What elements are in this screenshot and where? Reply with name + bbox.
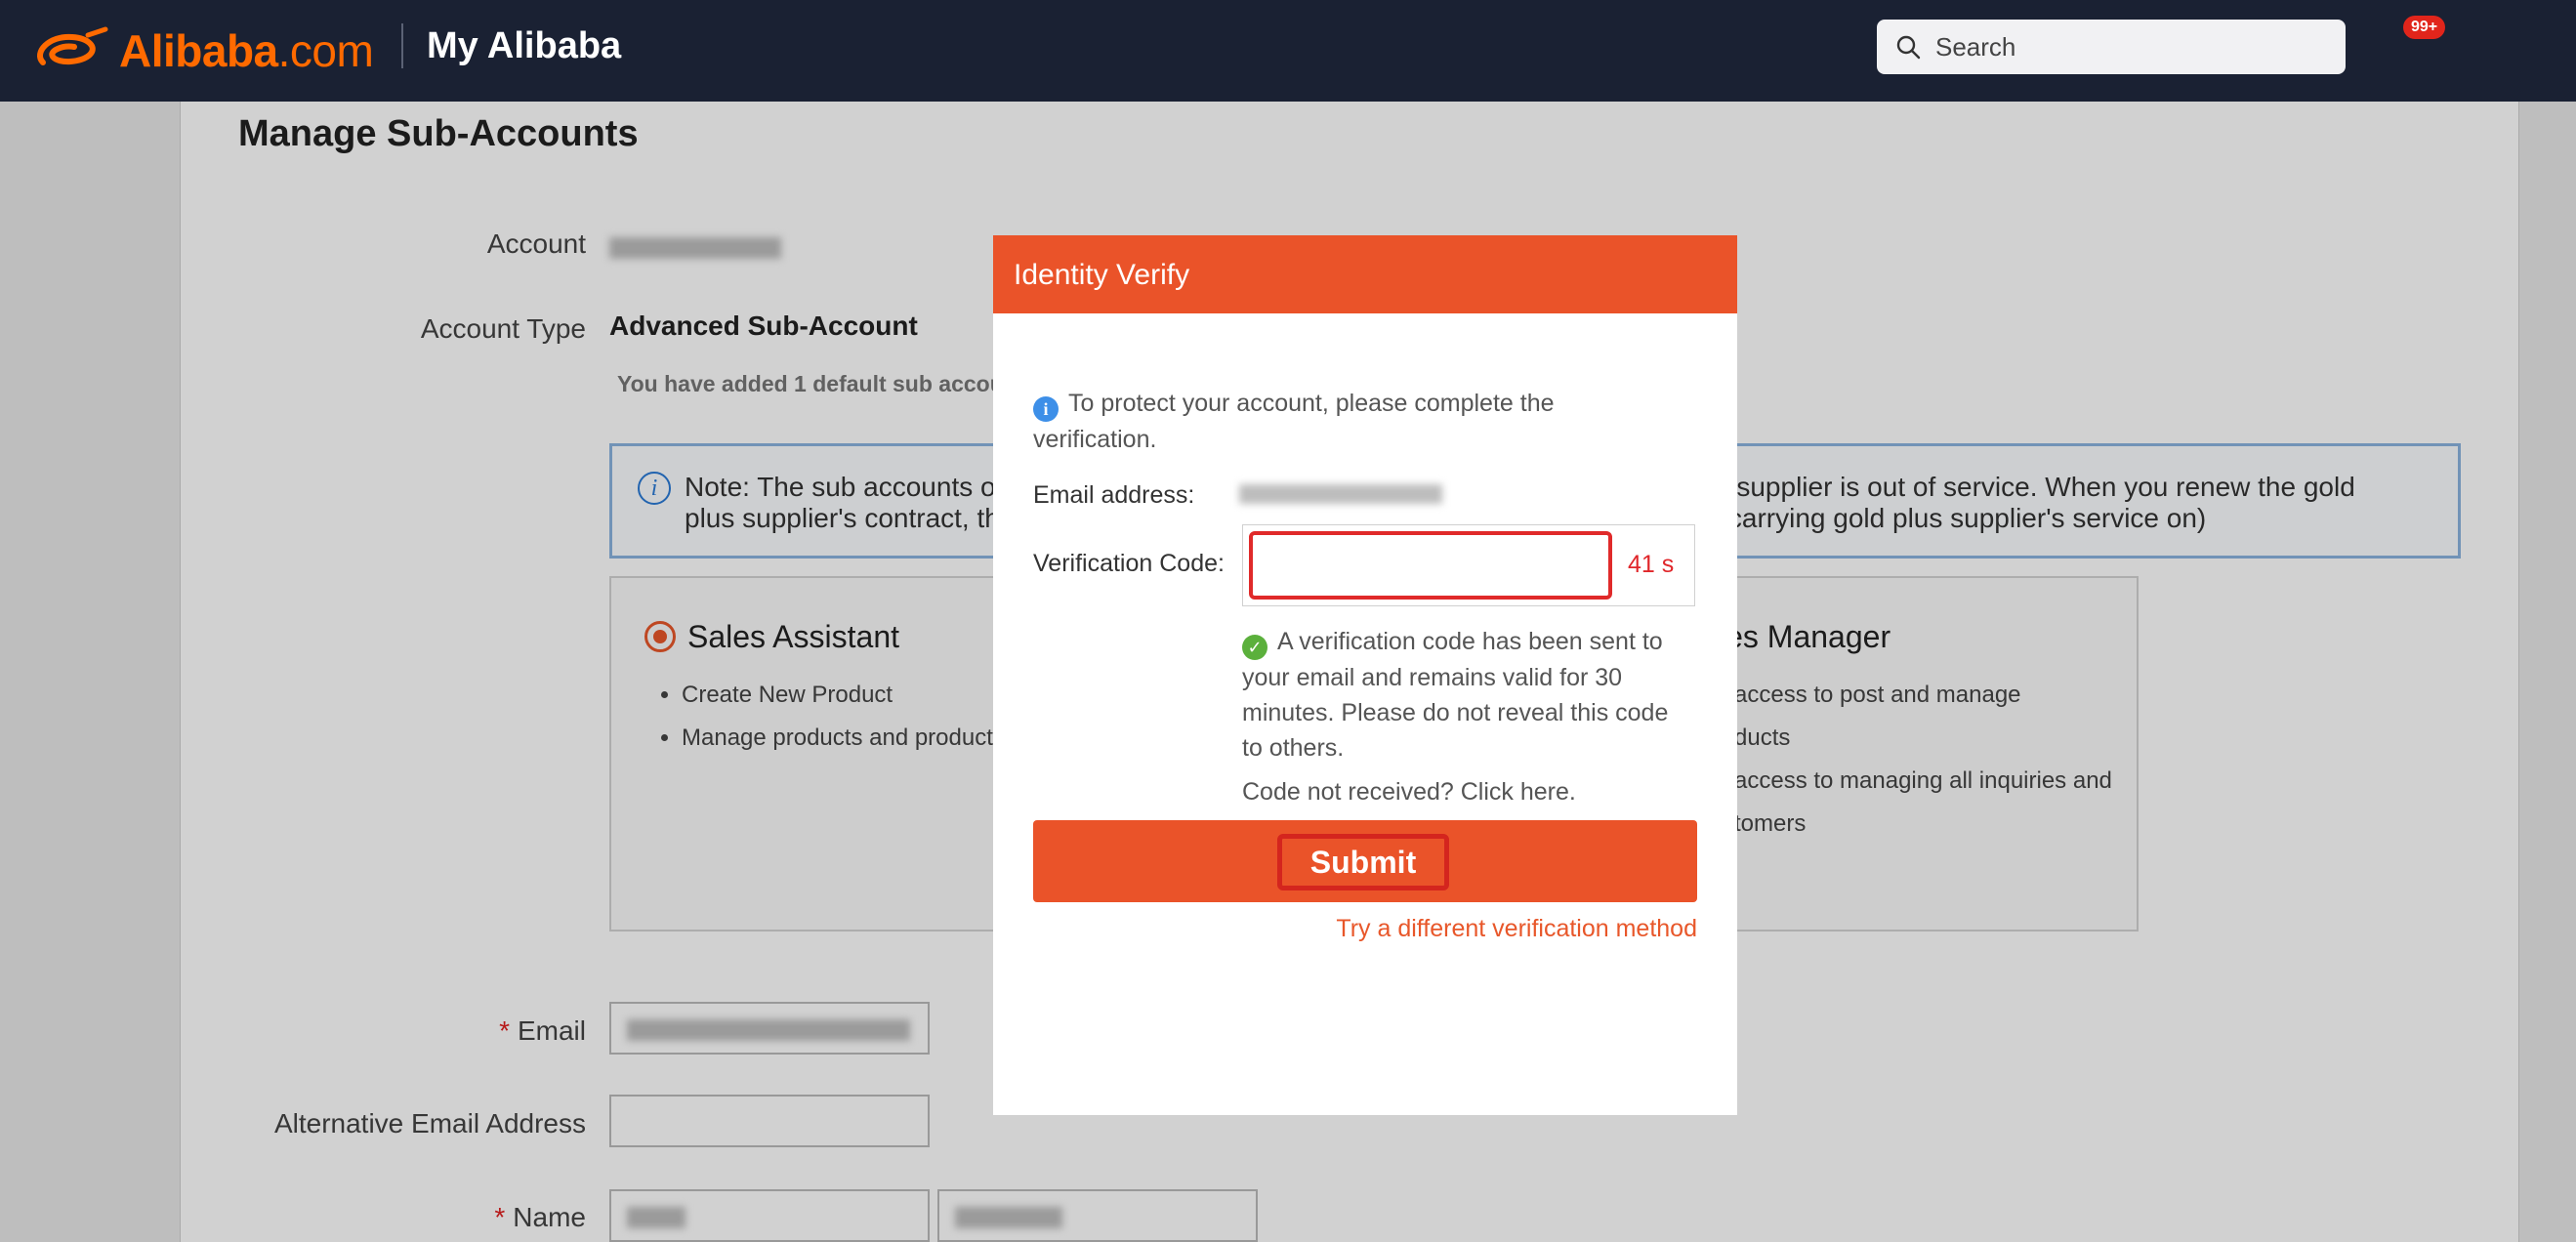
search-input[interactable] [1935,31,2306,62]
resend-countdown-timer: 41 s [1628,551,1675,578]
alternate-verification-link[interactable]: Try a different verification method [1336,915,1697,943]
dialog-header: Identity Verify [993,235,1737,313]
info-message: i To protect your account, please complet… [1033,390,1555,453]
my-alibaba-title[interactable]: My Alibaba [427,25,621,67]
code-not-received-link[interactable]: Code not received? Click here. [1242,778,1576,807]
info-icon: i [1033,396,1059,422]
check-icon: ✓ [1242,635,1267,660]
verification-code-group: 41 s [1242,524,1695,606]
email-address-value [1239,479,1442,508]
verification-code-input[interactable] [1249,531,1612,600]
verification-code-label: Verification Code: [1033,550,1225,577]
alibaba-logo-icon [37,26,108,65]
search-box[interactable] [1877,20,2346,74]
search-icon [1896,35,1921,60]
submit-button[interactable]: Submit [1277,834,1449,890]
email-address-label: Email address: [1033,481,1195,509]
top-navigation-bar: Alibaba.com My Alibaba 99+ [0,0,2576,102]
alibaba-logo[interactable]: Alibaba.com [29,21,374,80]
code-sent-message: ✓ A verification code has been sent to yo… [1242,628,1669,762]
dialog-title: Identity Verify [1014,259,1190,291]
logo-text: Alibaba.com [119,25,374,76]
notification-badge[interactable]: 99+ [2403,16,2446,39]
submit-bar[interactable]: Submit [1033,820,1697,902]
logo-divider [401,23,403,68]
identity-verify-dialog: Identity Verify i To protect your account… [993,235,1737,1115]
